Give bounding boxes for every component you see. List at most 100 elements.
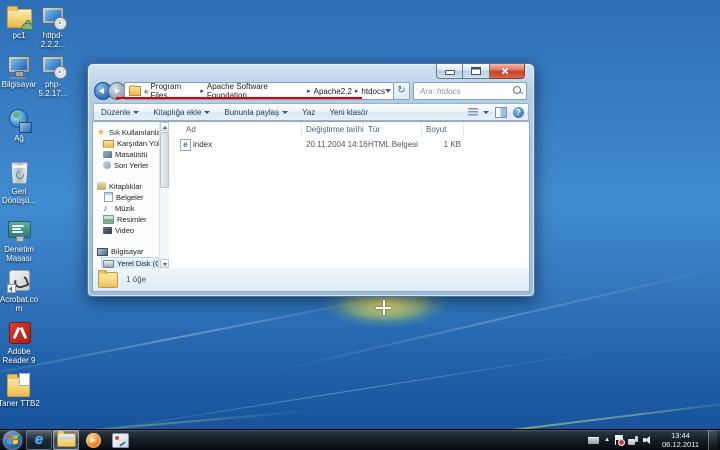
media-player-icon: ▶	[86, 433, 101, 448]
taskbar-clock[interactable]: 13:44 06.12.2011	[658, 431, 703, 449]
folder-icon	[5, 372, 33, 398]
taskbar-button-explorer[interactable]	[53, 430, 79, 450]
desktop-icon-label: Geri Dönüşü...	[0, 187, 41, 205]
folder-icon	[98, 272, 118, 288]
clock-date: 06.12.2011	[662, 440, 699, 449]
list-view-icon	[468, 108, 478, 116]
desktop-icon-control-panel[interactable]: Denetim Masası	[0, 218, 41, 263]
taskbar-button-internet-explorer[interactable]: e	[26, 430, 52, 450]
disk-drive-icon	[103, 260, 114, 268]
acrobat-shortcut-icon	[5, 268, 33, 294]
desktop-icon-network[interactable]: Ağ	[0, 107, 41, 143]
chevron-down-icon	[133, 111, 139, 114]
maximize-button[interactable]	[463, 64, 490, 79]
toolbar-right-icons: ?	[468, 107, 528, 118]
chevron-down-icon[interactable]	[385, 89, 391, 93]
desktop-icon-label: httpd-2.2.2...	[31, 31, 75, 49]
show-desktop-button[interactable]	[708, 430, 717, 450]
sidebar-item-music[interactable]: ♪Müzik	[103, 203, 159, 213]
mouse-cursor-icon	[376, 300, 391, 315]
toolbar-item-duzenle[interactable]: Düzenle	[94, 104, 146, 120]
scrollbar-thumb[interactable]	[160, 132, 169, 188]
column-header-name[interactable]: Ad	[186, 125, 196, 134]
breadcrumb-collapsed[interactable]: «	[144, 87, 148, 96]
scroll-down-button[interactable]	[160, 259, 169, 268]
column-header-modified[interactable]: Değiştirme tarihi	[306, 125, 364, 134]
breadcrumb-segment[interactable]: htdocs	[361, 87, 385, 96]
help-button[interactable]: ?	[513, 107, 524, 118]
refresh-button[interactable]: ↻	[394, 82, 410, 100]
desktop-icon-adobe-reader[interactable]: Adobe Reader 9	[0, 320, 41, 365]
desktop-icon-label: Denetim Masası	[0, 245, 41, 263]
desktop: pc1 httpd-2.2.2... Bilgisayar php-5.2.17…	[0, 0, 720, 450]
keyboard-tray-icon[interactable]	[588, 437, 599, 444]
breadcrumb-segment[interactable]: Apache2.2	[314, 87, 352, 96]
toolbar-item-bununla-paylas[interactable]: Bununla paylaş	[217, 104, 295, 120]
sidebar-item-recent-places[interactable]: Son Yerler	[103, 160, 159, 170]
desktop-icon-php-installer[interactable]: php-5.2.17...	[31, 53, 75, 98]
search-box[interactable]	[413, 82, 527, 100]
sidebar-item-libraries[interactable]: Kitaplıklar	[97, 181, 159, 191]
alert-badge	[618, 439, 625, 446]
internet-explorer-icon: e	[35, 431, 43, 449]
preview-pane-button[interactable]	[495, 107, 507, 118]
taskbar-button-media-player[interactable]: ▶	[80, 430, 106, 450]
show-hidden-icons-button[interactable]: ▲	[604, 437, 610, 443]
window-content: ★Sık Kullanılanlar Karşıdan Yüklem Masaü…	[92, 121, 530, 269]
maximize-icon	[471, 67, 481, 75]
music-note-icon: ♪	[103, 204, 112, 213]
downloads-folder-icon	[103, 140, 114, 149]
file-row-index[interactable]: e index 20.11.2004 14:16 HTML Belgesi 1 …	[169, 139, 529, 151]
sidebar-item-desktop[interactable]: Masaüstü	[103, 149, 159, 159]
taskbar-button-paint[interactable]	[107, 430, 133, 450]
column-header-size[interactable]: Boyut	[426, 125, 446, 134]
taskbar: e ▶ ▲ 13:44 06.12.2011	[0, 429, 720, 450]
chevron-down-icon	[282, 111, 288, 114]
explorer-window: « Program Files ▸ Apache Software Founda…	[87, 63, 535, 297]
column-header-type[interactable]: Tür	[368, 125, 380, 134]
chevron-down-icon	[204, 111, 210, 114]
file-list: Ad Değiştirme tarihi Tür Boyut e index 2…	[169, 122, 529, 268]
scroll-up-button[interactable]	[160, 122, 169, 131]
triangle-down-icon	[163, 263, 167, 266]
column-headers: Ad Değiştirme tarihi Tür Boyut	[169, 122, 529, 136]
change-view-button[interactable]	[468, 108, 489, 116]
start-button[interactable]	[3, 431, 22, 450]
window-caption-buttons	[436, 64, 525, 79]
sidebar-scrollbar[interactable]	[159, 122, 169, 268]
search-input[interactable]	[418, 84, 512, 98]
shared-folder-icon	[5, 4, 33, 30]
desktop-icon-httpd-installer[interactable]: httpd-2.2.2...	[31, 4, 75, 49]
file-type: HTML Belgesi	[368, 140, 418, 149]
annotation-underline	[116, 97, 362, 99]
breadcrumb-separator-icon: ▸	[355, 87, 359, 95]
wallpaper-streak	[63, 348, 616, 437]
action-center-flag-icon[interactable]	[615, 435, 623, 445]
sidebar-item-documents[interactable]: Belgeler	[103, 192, 159, 202]
file-name[interactable]: index	[193, 140, 212, 149]
breadcrumb-separator-icon: ▸	[200, 87, 204, 95]
recycle-bin-icon	[5, 160, 33, 186]
libraries-icon	[97, 182, 106, 190]
sidebar-item-computer[interactable]: Bilgisayar	[97, 246, 159, 256]
documents-icon	[104, 192, 113, 202]
toolbar-item-yaz[interactable]: Yaz	[295, 104, 322, 120]
minimize-button[interactable]	[436, 64, 463, 79]
chevron-down-icon	[483, 111, 489, 114]
desktop-icon-acrobat-com[interactable]: Acrobat.com	[0, 268, 41, 313]
desktop-icon-taner-folder[interactable]: Taner TTB2	[0, 372, 41, 408]
toolbar-item-yeni-klasor[interactable]: Yeni klasör	[322, 104, 375, 120]
desktop-icon-label: Taner TTB2	[0, 399, 41, 408]
sidebar-item-favorites[interactable]: ★Sık Kullanılanlar	[97, 127, 159, 137]
sidebar-item-pictures[interactable]: Resimler	[103, 214, 159, 224]
toolbar-item-kitapliga-ekle[interactable]: Kitaplığa ekle	[146, 104, 217, 120]
close-button[interactable]	[490, 64, 525, 79]
paint-icon	[112, 433, 129, 448]
desktop-icon	[103, 151, 112, 158]
recent-places-icon	[103, 161, 111, 169]
volume-icon[interactable]	[643, 436, 653, 445]
desktop-icon-recycle-bin[interactable]: Geri Dönüşü...	[0, 160, 41, 205]
sidebar-item-videos[interactable]: Video	[103, 225, 159, 235]
sidebar-item-downloads[interactable]: Karşıdan Yüklem	[103, 138, 159, 148]
network-tray-icon[interactable]	[628, 436, 638, 445]
